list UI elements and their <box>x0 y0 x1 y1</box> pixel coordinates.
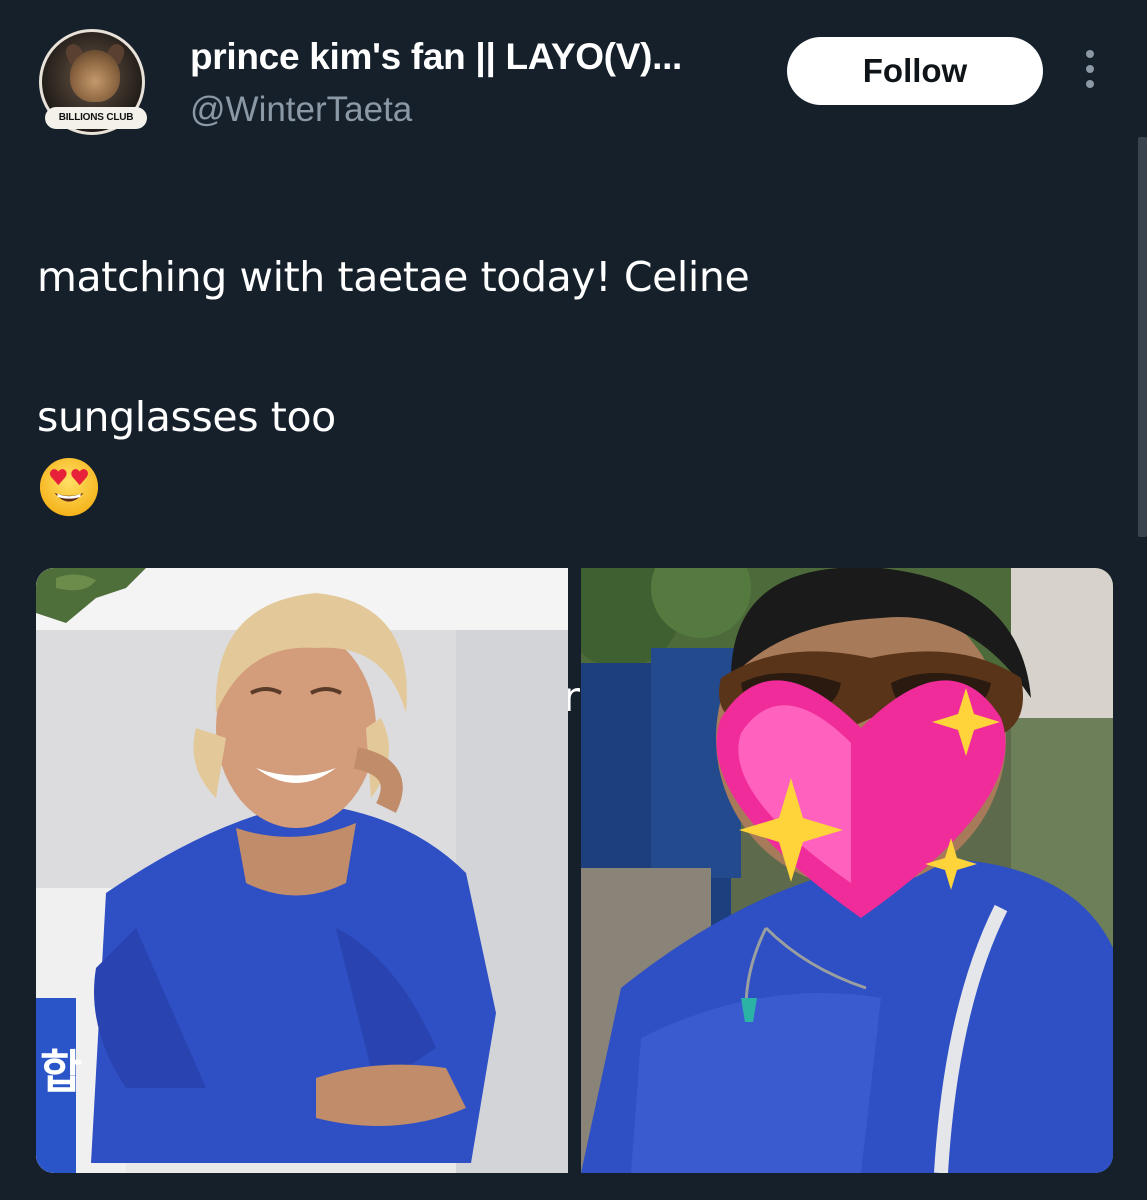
avatar-badge: BILLIONS CLUB <box>45 107 147 129</box>
more-options-icon[interactable] <box>1080 50 1100 94</box>
scrollbar[interactable] <box>1138 137 1147 537</box>
follow-button[interactable]: Follow <box>787 37 1043 105</box>
photo-left[interactable]: 합 <box>36 568 568 1173</box>
avatar[interactable]: BILLIONS CLUB <box>35 27 155 137</box>
photo-right[interactable] <box>581 568 1113 1173</box>
heart-eyes-emoji-icon <box>39 457 99 517</box>
dog-face <box>70 50 120 102</box>
sign-text: 합 <box>40 1045 82 1099</box>
author-handle[interactable]: @WinterTaeta <box>190 90 412 130</box>
tweet-card[interactable]: BILLIONS CLUB prince kim's fan || LAYO(V… <box>0 0 1147 1200</box>
tweet-text-line-2: sunglasses too <box>37 393 336 441</box>
author-display-name[interactable]: prince kim's fan || LAYO(V)... <box>190 36 682 78</box>
tweet-text-line-1: matching with taetae today! Celine <box>37 253 750 301</box>
media-grid[interactable]: 합 <box>36 568 1113 1173</box>
